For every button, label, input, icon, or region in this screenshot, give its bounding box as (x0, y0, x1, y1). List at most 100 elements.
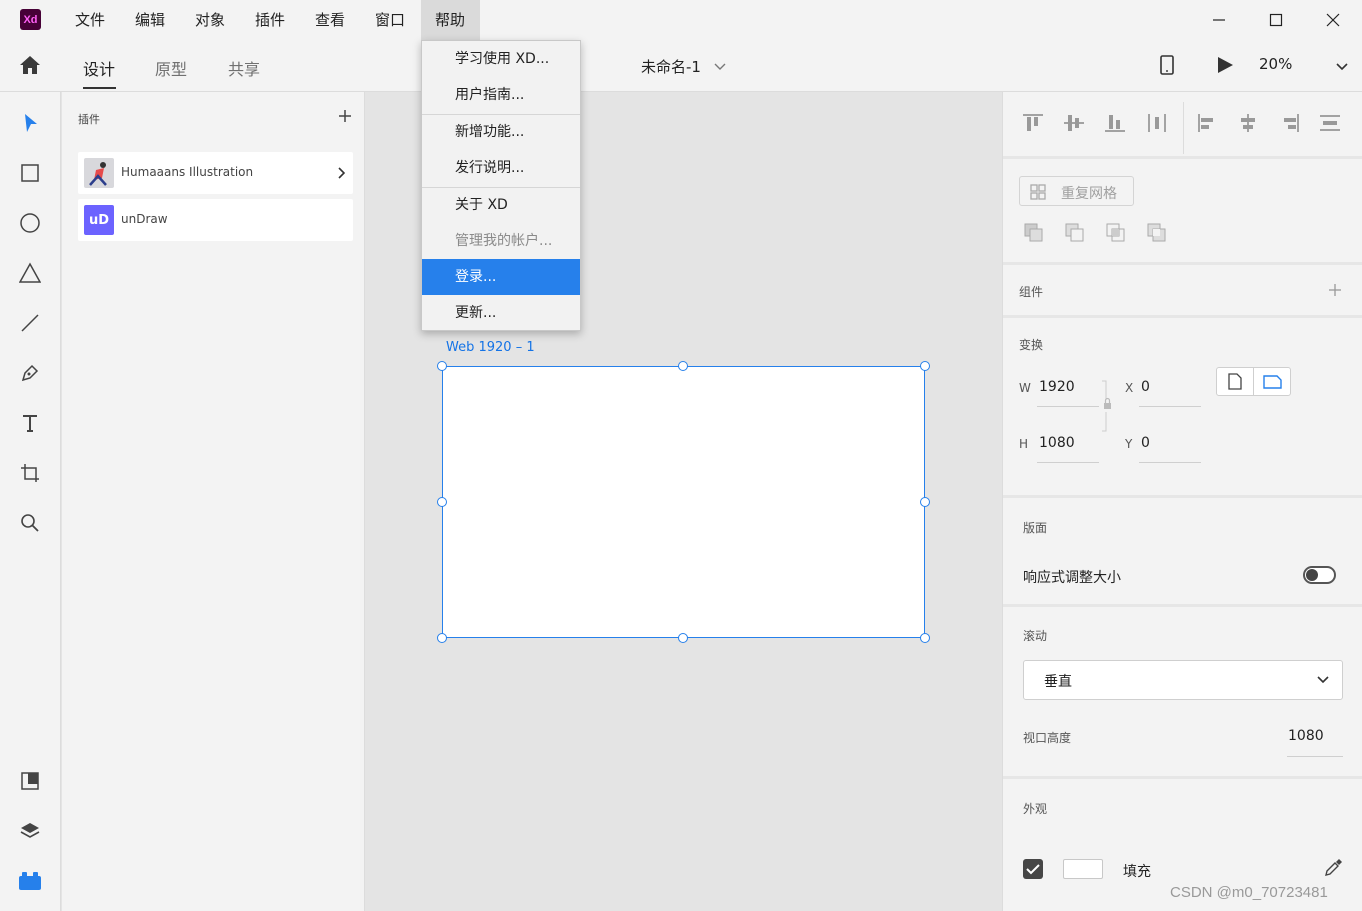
align-top-button[interactable] (1021, 112, 1045, 138)
align-bottom-icon (1105, 115, 1125, 132)
resize-handle[interactable] (678, 633, 688, 643)
boolean-add-icon (1024, 223, 1043, 242)
distribute-horizontal-button[interactable] (1145, 112, 1169, 138)
ellipse-tool[interactable] (18, 211, 42, 235)
menu-item-sign-in[interactable]: 登录... (422, 259, 580, 295)
maximize-button[interactable] (1247, 0, 1305, 40)
tab-share[interactable]: 共享 (228, 56, 260, 80)
repeat-grid-button[interactable]: 重复网格 (1019, 176, 1134, 206)
menu-edit[interactable]: 编辑 (121, 0, 179, 40)
polygon-tool[interactable] (18, 261, 42, 285)
menu-item-updates[interactable]: 更新... (422, 295, 580, 331)
scroll-direction-select[interactable]: 垂直 (1023, 660, 1343, 700)
align-bottom-button[interactable] (1103, 112, 1127, 138)
resize-handle[interactable] (920, 361, 930, 371)
property-inspector: 重复网格 组件 变换 W 1920 X 0 H 1080 Y 0 版面 响应式调… (1002, 92, 1362, 911)
y-field[interactable]: 0 (1141, 435, 1150, 451)
mobile-icon (1160, 55, 1174, 75)
menu-object[interactable]: 对象 (181, 0, 239, 40)
select-tool[interactable] (18, 111, 42, 135)
rectangle-tool[interactable] (18, 161, 42, 185)
section-divider (1003, 156, 1362, 159)
resize-handle[interactable] (678, 361, 688, 371)
boolean-intersect-button[interactable] (1105, 222, 1127, 248)
triangle-icon (19, 262, 41, 283)
viewport-height-field[interactable]: 1080 (1288, 728, 1324, 744)
menu-file[interactable]: 文件 (61, 0, 119, 40)
device-preview-button[interactable] (1158, 54, 1176, 80)
resize-handle[interactable] (920, 633, 930, 643)
close-button[interactable] (1304, 0, 1362, 40)
y-label: Y (1125, 437, 1133, 451)
menu-item-release-notes[interactable]: 发行说明... (422, 150, 580, 186)
preview-play-button[interactable] (1215, 55, 1235, 79)
zoom-select[interactable]: 20% (1259, 55, 1292, 73)
assets-button[interactable] (18, 769, 42, 793)
distribute-vertical-button[interactable] (1318, 112, 1342, 138)
width-field[interactable]: 1920 (1039, 379, 1075, 395)
watermark: CSDN @m0_70723481 (1170, 884, 1328, 901)
tab-prototype[interactable]: 原型 (155, 56, 187, 80)
line-tool[interactable] (18, 311, 42, 335)
boolean-subtract-button[interactable] (1064, 222, 1086, 248)
chevron-down-icon (1336, 63, 1348, 71)
eyedropper-button[interactable] (1323, 858, 1343, 882)
align-right-button[interactable] (1277, 112, 1301, 138)
plugins-button[interactable] (18, 869, 42, 893)
align-center-button[interactable] (1236, 112, 1260, 138)
resize-handle[interactable] (437, 497, 447, 507)
responsive-resize-toggle[interactable] (1303, 566, 1336, 584)
plugin-item-undraw[interactable]: uD unDraw (78, 199, 353, 241)
tab-design[interactable]: 设计 (83, 56, 115, 80)
home-button[interactable] (18, 54, 42, 80)
x-field[interactable]: 0 (1141, 379, 1150, 395)
menu-item-whats-new[interactable]: 新增功能... (422, 114, 580, 150)
boolean-exclude-button[interactable] (1146, 222, 1168, 248)
menu-item-learn-xd[interactable]: 学习使用 XD... (422, 41, 580, 77)
boolean-add-button[interactable] (1023, 222, 1045, 248)
pen-icon (21, 364, 39, 382)
artboard[interactable] (442, 366, 925, 638)
menu-plugins[interactable]: 插件 (241, 0, 299, 40)
x-label: X (1125, 381, 1134, 395)
lock-aspect-button[interactable] (1101, 380, 1113, 436)
menu-window[interactable]: 窗口 (361, 0, 419, 40)
plus-icon (1329, 284, 1341, 296)
document-title-text: 未命名-1 (641, 58, 701, 76)
menu-help[interactable]: 帮助 (421, 0, 480, 40)
fill-color-swatch[interactable] (1063, 859, 1103, 879)
artboard-icon (21, 464, 39, 482)
zoom-dropdown-button[interactable] (1335, 60, 1349, 76)
minimize-button[interactable] (1190, 0, 1248, 40)
portrait-button[interactable] (1217, 368, 1254, 395)
menu-item-user-guide[interactable]: 用户指南... (422, 77, 580, 113)
add-component-button[interactable] (1329, 284, 1341, 300)
resize-handle[interactable] (437, 633, 447, 643)
fill-label: 填充 (1123, 864, 1151, 880)
align-right-icon (1284, 114, 1299, 132)
height-field[interactable]: 1080 (1039, 435, 1075, 451)
artboard-label[interactable]: Web 1920 – 1 (446, 340, 535, 355)
plugins-panel: 插件 Humaaans Illustration uD unDraw (62, 92, 365, 911)
layers-button[interactable] (18, 819, 42, 843)
align-center-icon (1241, 114, 1255, 132)
add-plugin-button[interactable] (338, 109, 352, 127)
plugin-name: unDraw (121, 212, 168, 226)
artboard-tool[interactable] (18, 461, 42, 485)
landscape-button[interactable] (1254, 368, 1291, 395)
plugin-icon (19, 872, 41, 890)
zoom-tool[interactable] (18, 511, 42, 535)
plugin-item-humaaans[interactable]: Humaaans Illustration (78, 152, 353, 194)
pen-tool[interactable] (18, 361, 42, 385)
document-title[interactable]: 未命名-1 (641, 56, 726, 77)
text-tool[interactable] (18, 411, 42, 435)
fill-checkbox[interactable] (1023, 859, 1043, 879)
menu-item-about-xd[interactable]: 关于 XD (422, 187, 580, 223)
resize-handle[interactable] (437, 361, 447, 371)
resize-handle[interactable] (920, 497, 930, 507)
layout-title: 版面 (1023, 521, 1048, 535)
field-underline (1037, 406, 1099, 407)
align-left-button[interactable] (1196, 112, 1220, 138)
align-middle-button[interactable] (1062, 112, 1086, 138)
menu-view[interactable]: 查看 (301, 0, 359, 40)
